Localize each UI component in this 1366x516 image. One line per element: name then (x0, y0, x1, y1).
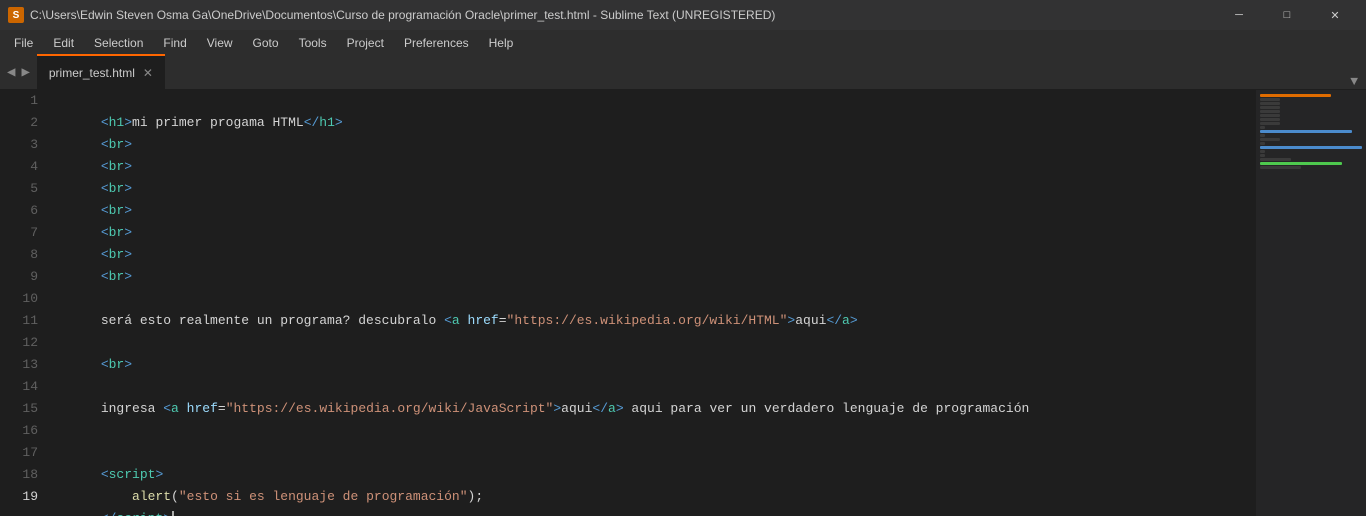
menu-tools[interactable]: Tools (289, 30, 337, 55)
tab-prev-button[interactable]: ◀ (4, 64, 18, 81)
line-num-10: 10 (0, 288, 50, 310)
code-line-9 (50, 266, 1256, 288)
tab-next-button[interactable]: ▶ (18, 64, 32, 81)
menu-find[interactable]: Find (153, 30, 196, 55)
line-num-16: 16 (0, 420, 50, 442)
line-numbers: 1 2 3 4 5 6 7 8 9 10 11 12 13 14 15 16 1… (0, 90, 50, 516)
menu-goto[interactable]: Goto (243, 30, 289, 55)
code-line-7: <br> (50, 222, 1256, 244)
maximize-button[interactable]: □ (1264, 0, 1310, 30)
code-line-1: <h1>mi primer progama HTML</h1> (50, 90, 1256, 112)
editor: 1 2 3 4 5 6 7 8 9 10 11 12 13 14 15 16 1… (0, 90, 1366, 516)
line-num-12: 12 (0, 332, 50, 354)
menu-view[interactable]: View (197, 30, 243, 55)
tab-dropdown-button[interactable]: ▼ (1342, 74, 1366, 89)
line-num-8: 8 (0, 244, 50, 266)
code-area[interactable]: <h1>mi primer progama HTML</h1> <br> <br… (50, 90, 1256, 516)
menu-project[interactable]: Project (337, 30, 394, 55)
title-bar: S C:\Users\Edwin Steven Osma Ga\OneDrive… (0, 0, 1366, 30)
menu-selection[interactable]: Selection (84, 30, 153, 55)
line-num-2: 2 (0, 112, 50, 134)
close-button[interactable]: ✕ (1312, 0, 1358, 30)
active-tab[interactable]: primer_test.html ✕ (37, 54, 165, 89)
code-line-14: ingresa <a href="https://es.wikipedia.or… (50, 376, 1256, 398)
code-line-4: <br> (50, 156, 1256, 178)
line-num-19: 19 (0, 486, 50, 508)
code-line-12: <br> (50, 332, 1256, 354)
window-controls: ─ □ ✕ (1216, 0, 1358, 30)
line-num-1: 1 (0, 90, 50, 112)
line-num-4: 4 (0, 156, 50, 178)
menu-bar: File Edit Selection Find View Goto Tools… (0, 30, 1366, 55)
line-num-18: 18 (0, 464, 50, 486)
tab-bar: ◀ ▶ primer_test.html ✕ ▼ (0, 55, 1366, 90)
line-num-13: 13 (0, 354, 50, 376)
minimap-content (1256, 90, 1366, 174)
line-num-7: 7 (0, 222, 50, 244)
code-line-5: <br> (50, 178, 1256, 200)
code-line-6: <br> (50, 200, 1256, 222)
line-num-9: 9 (0, 266, 50, 288)
menu-help[interactable]: Help (479, 30, 524, 55)
minimap (1256, 90, 1366, 516)
line-num-3: 3 (0, 134, 50, 156)
code-line-10: será esto realmente un programa? descubr… (50, 288, 1256, 310)
tab-close-button[interactable]: ✕ (143, 66, 153, 80)
title-bar-left: S C:\Users\Edwin Steven Osma Ga\OneDrive… (8, 7, 775, 23)
line-num-17: 17 (0, 442, 50, 464)
app-icon: S (8, 7, 24, 23)
window-title: C:\Users\Edwin Steven Osma Ga\OneDrive\D… (30, 8, 775, 22)
line-num-5: 5 (0, 178, 50, 200)
tab-filename: primer_test.html (49, 66, 135, 80)
code-line-18: alert("esto si es lenguaje de programaci… (50, 464, 1256, 486)
menu-file[interactable]: File (4, 30, 43, 55)
menu-preferences[interactable]: Preferences (394, 30, 479, 55)
code-line-17: <script> (50, 442, 1256, 464)
line-num-15: 15 (0, 398, 50, 420)
line-num-11: 11 (0, 310, 50, 332)
minimize-button[interactable]: ─ (1216, 0, 1262, 30)
code-line-13 (50, 354, 1256, 376)
tab-nav: ◀ ▶ (0, 55, 37, 89)
line-num-6: 6 (0, 200, 50, 222)
code-line-3: <br> (50, 134, 1256, 156)
menu-edit[interactable]: Edit (43, 30, 84, 55)
line-num-14: 14 (0, 376, 50, 398)
code-line-8: <br> (50, 244, 1256, 266)
code-line-16 (50, 420, 1256, 442)
